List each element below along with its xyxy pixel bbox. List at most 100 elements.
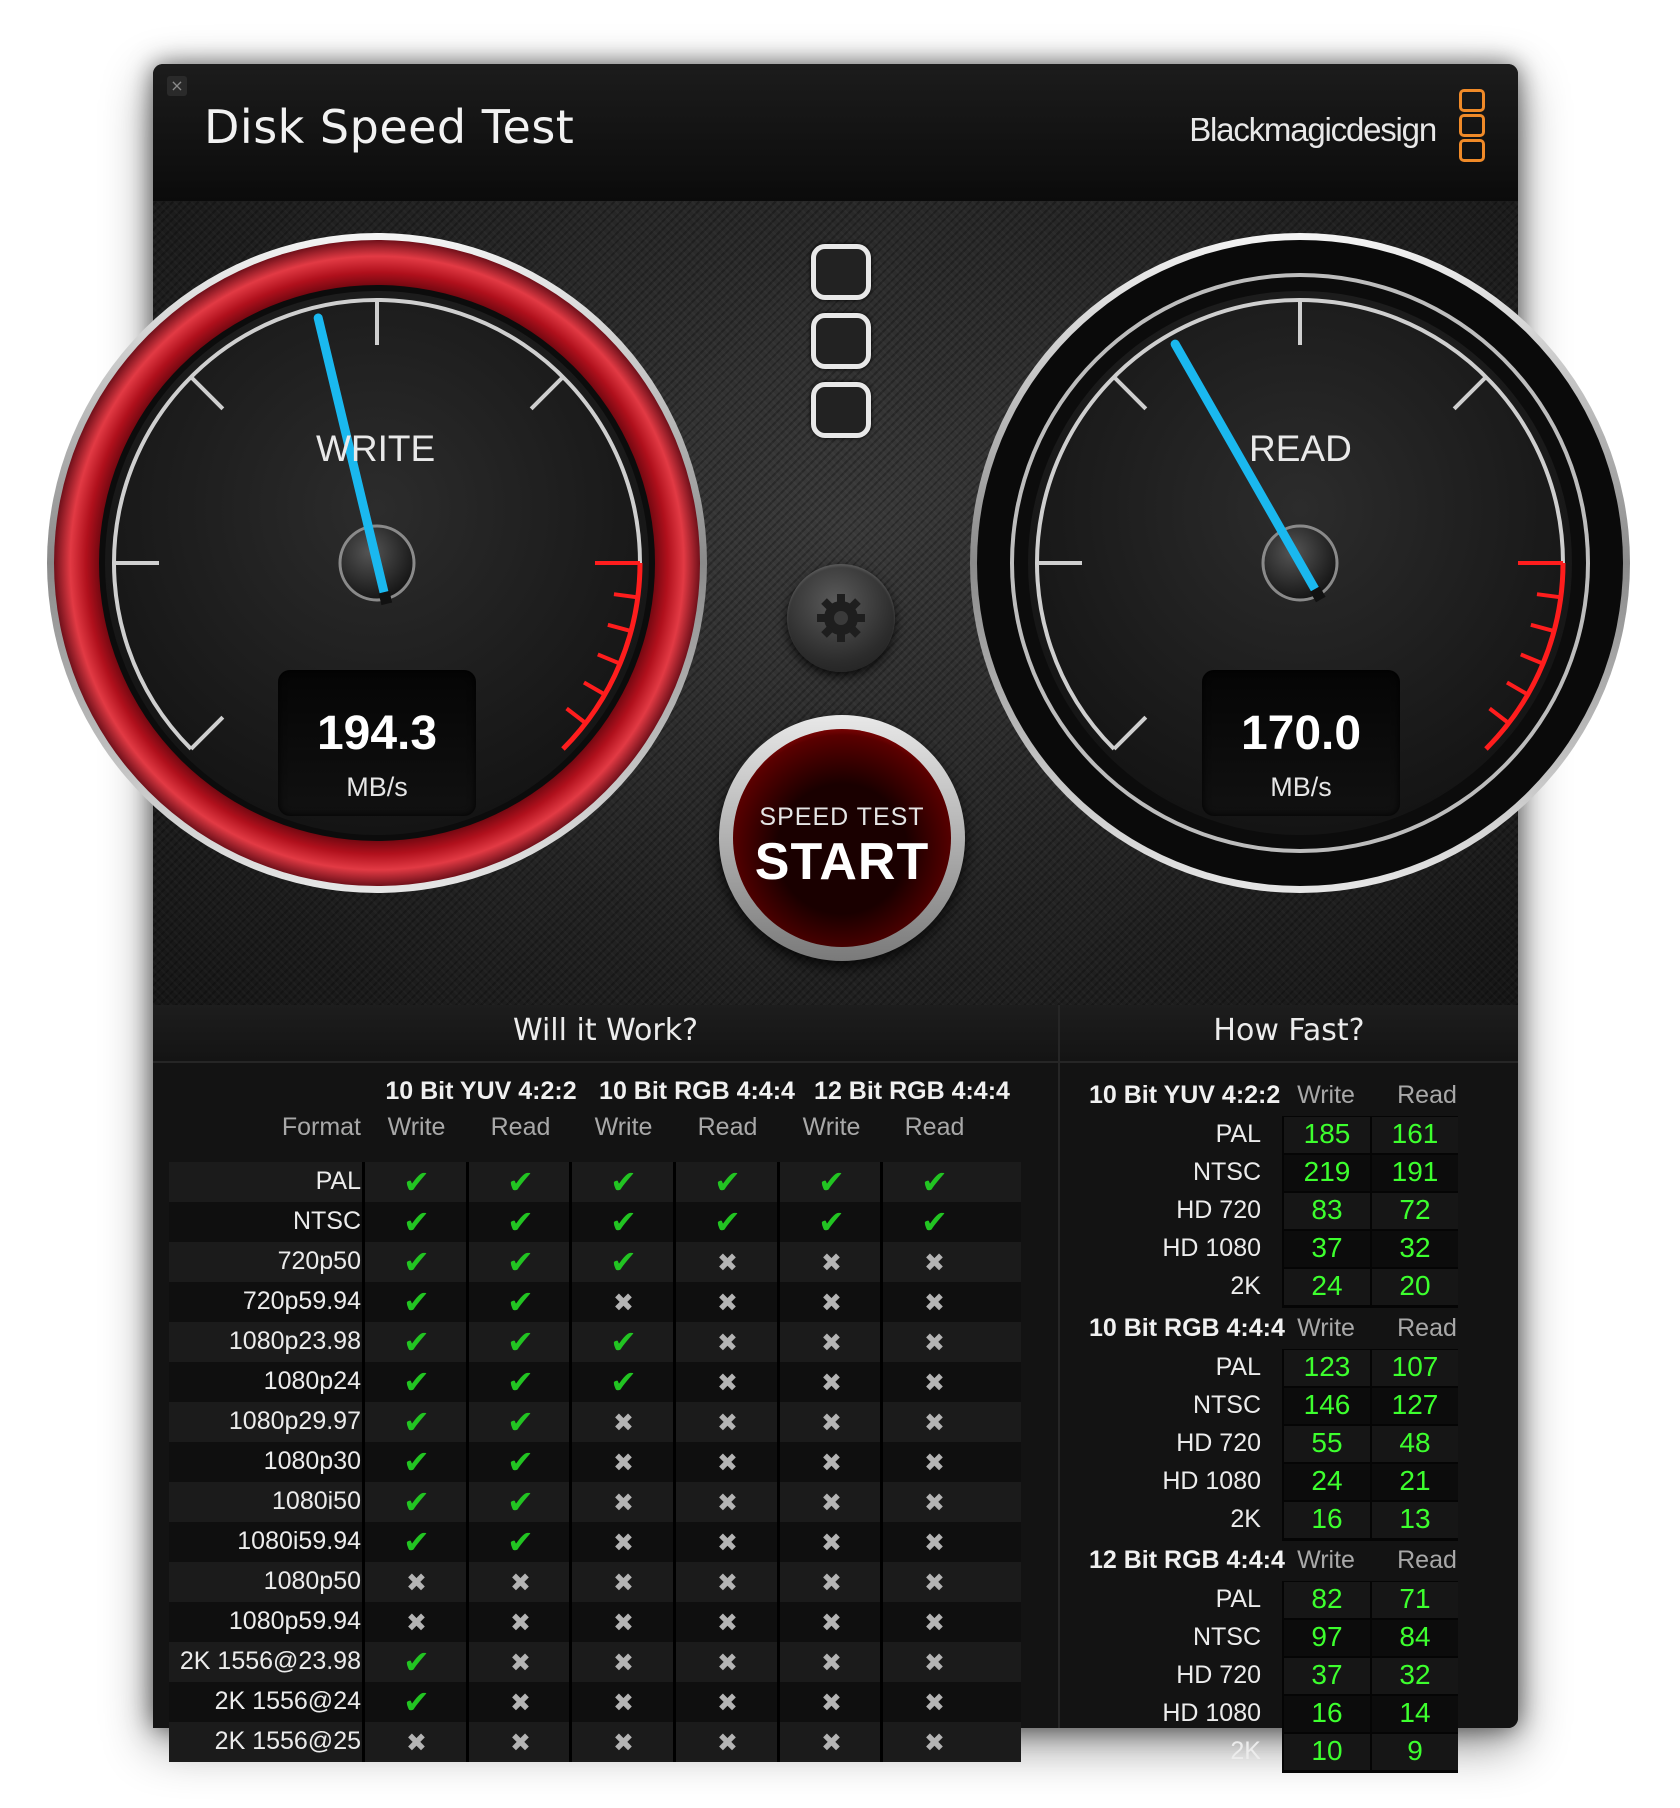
cross-icon: ✖ [717,1327,738,1357]
checkmark-icon: ✔ [610,1363,637,1401]
subcol-header-write: Write [387,1113,446,1141]
cross-icon: ✖ [613,1687,634,1717]
result-cell: ✔ [365,1322,468,1362]
cross-icon: ✖ [924,1607,945,1637]
result-cell: ✖ [572,1642,675,1682]
result-cell: ✖ [572,1682,675,1722]
format-label: 2K [1230,1272,1261,1300]
result-cell: ✖ [780,1282,883,1322]
format-label: PAL [315,1167,361,1195]
how-fast-row: HD 720 55 48 [1060,1426,1518,1464]
read-fps-value: 14 [1399,1697,1431,1728]
result-cell: ✔ [572,1162,675,1202]
cross-icon: ✖ [821,1367,842,1397]
format-label: 1080i59.94 [237,1527,361,1555]
write-column-header: Write [1297,1546,1355,1574]
checkmark-icon: ✔ [403,1403,430,1441]
result-cell: ✖ [676,1442,779,1482]
cross-icon: ✖ [924,1287,945,1317]
cross-icon: ✖ [510,1647,531,1677]
format-label: 2K 1556@24 [214,1687,361,1715]
checkmark-icon: ✔ [818,1163,845,1201]
format-label: 720p59.94 [242,1287,361,1315]
read-fps-value: 9 [1407,1735,1423,1766]
result-cell: ✖ [365,1722,468,1762]
result-cell: ✖ [365,1562,468,1602]
checkmark-icon: ✔ [507,1163,534,1201]
result-cell: ✖ [780,1402,883,1442]
format-label: 1080i50 [272,1487,361,1515]
group-header: 12 Bit RGB 4:4:4 [814,1077,1010,1105]
result-cell: ✖ [780,1642,883,1682]
result-cell: ✔ [572,1242,675,1282]
result-cell: ✖ [883,1722,986,1762]
checkmark-icon: ✔ [403,1643,430,1681]
result-cell: ✖ [572,1282,675,1322]
result-cell: ✔ [365,1282,468,1322]
cross-icon: ✖ [613,1607,634,1637]
result-cell: ✔ [365,1642,468,1682]
read-column-header: Read [1397,1546,1457,1574]
format-label: 2K 1556@25 [214,1727,361,1755]
checkmark-icon: ✔ [507,1283,534,1321]
settings-button[interactable] [787,564,895,672]
cross-icon: ✖ [406,1567,427,1597]
result-cell: ✔ [676,1162,779,1202]
result-cell: ✖ [883,1362,986,1402]
read-fps-value: 107 [1391,1351,1439,1382]
checkmark-icon: ✔ [610,1323,637,1361]
cross-icon: ✖ [717,1447,738,1477]
result-cell: ✔ [883,1202,986,1242]
how-fast-row: 2K 16 13 [1060,1502,1518,1540]
result-cell: ✔ [883,1162,986,1202]
cross-icon: ✖ [924,1447,945,1477]
write-fps-value: 97 [1311,1621,1343,1652]
result-cell: ✖ [780,1242,883,1282]
cross-icon: ✖ [821,1607,842,1637]
result-cell: ✔ [469,1322,572,1362]
cross-icon: ✖ [821,1287,842,1317]
cross-icon: ✖ [510,1567,531,1597]
checkmark-icon: ✔ [507,1523,534,1561]
format-header: Format [281,1113,361,1141]
table-row: 1080i59.94 ✔ ✔ ✖ ✖ ✖ ✖ [169,1522,1021,1562]
result-cell: ✖ [572,1562,675,1602]
cross-icon: ✖ [821,1407,842,1437]
result-cell: ✖ [572,1442,675,1482]
result-cell: ✖ [883,1242,986,1282]
result-cell: ✖ [572,1482,675,1522]
checkmark-icon: ✔ [610,1163,637,1201]
result-cell: ✔ [469,1362,572,1402]
read-fps-value: 21 [1399,1465,1431,1496]
result-cell: ✖ [676,1322,779,1362]
how-fast-row: PAL 82 71 [1060,1582,1518,1620]
cross-icon: ✖ [717,1607,738,1637]
result-cell: ✖ [883,1562,986,1602]
result-cell: ✖ [780,1522,883,1562]
table-row: PAL ✔ ✔ ✔ ✔ ✔ ✔ [169,1162,1021,1202]
result-cell: ✖ [572,1402,675,1442]
cross-icon: ✖ [821,1687,842,1717]
result-cell: ✖ [883,1282,986,1322]
cross-icon: ✖ [924,1687,945,1717]
read-column-header: Read [1397,1314,1457,1342]
result-cell: ✖ [469,1642,572,1682]
cross-icon: ✖ [406,1607,427,1637]
format-label: HD 720 [1176,1196,1261,1224]
write-fps-value: 83 [1311,1194,1343,1225]
checkmark-icon: ✔ [610,1203,637,1241]
cross-icon: ✖ [510,1607,531,1637]
how-fast-title: How Fast? [1060,1005,1518,1063]
result-cell: ✖ [469,1602,572,1642]
format-label: PAL [1215,1585,1261,1613]
table-row: 1080p59.94 ✖ ✖ ✖ ✖ ✖ ✖ [169,1602,1021,1642]
cross-icon: ✖ [924,1487,945,1517]
start-button[interactable]: SPEED TEST START [719,715,965,961]
checkmark-icon: ✔ [507,1483,534,1521]
write-fps-value: 146 [1303,1389,1351,1420]
result-cell: ✖ [676,1282,779,1322]
result-cell: ✔ [469,1202,572,1242]
result-cell: ✔ [572,1202,675,1242]
result-cell: ✖ [780,1442,883,1482]
result-cell: ✖ [883,1642,986,1682]
